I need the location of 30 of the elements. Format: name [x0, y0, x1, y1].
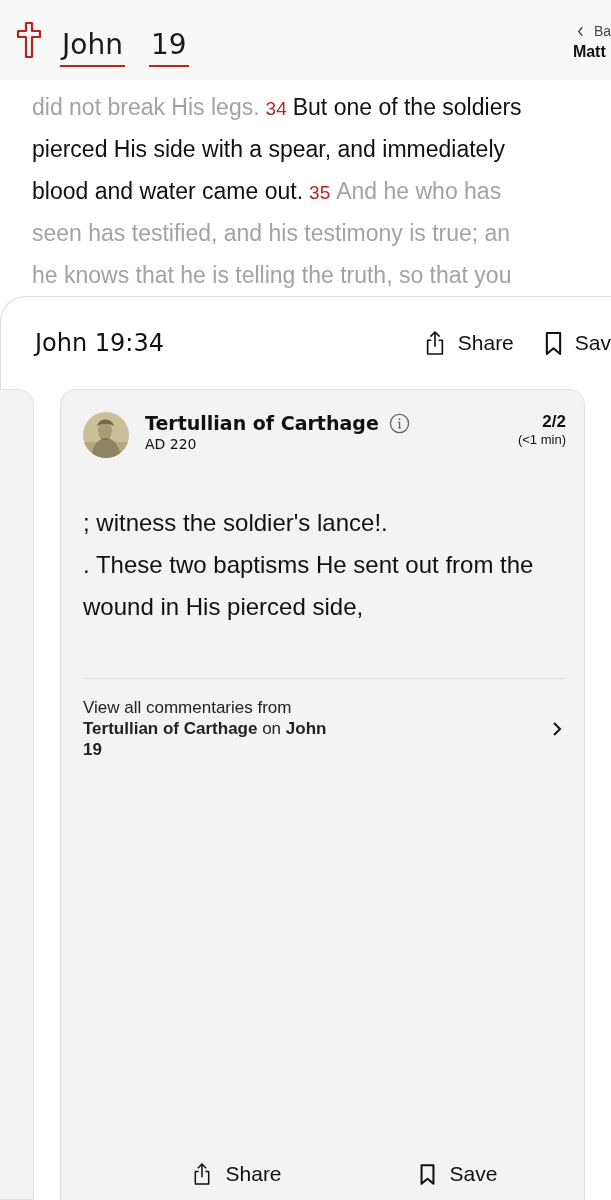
- verse-text: did not break His legs.: [32, 94, 260, 120]
- back-label[interactable]: Ba: [593, 23, 611, 39]
- commentary-text: ; witness the soldier's lance!.: [83, 508, 389, 538]
- read-time: (<1 min): [517, 432, 566, 447]
- highlighted-verse-text: But one of the soldiers: [292, 94, 522, 120]
- page-count: 2/2: [542, 412, 566, 432]
- verse-text: And he who has: [336, 178, 502, 204]
- verse-text: seen has testified, and his testimony is true; an: [32, 220, 511, 246]
- share-button[interactable]: Share: [191, 1162, 282, 1186]
- book-selector[interactable]: John: [60, 27, 125, 67]
- verse-text: he knows that he is telling the truth, so that you: [32, 262, 512, 288]
- back-chevron-icon: [576, 25, 584, 37]
- view-all-link[interactable]: View all commentaries from Tertullian of Carthage on John 19: [83, 679, 566, 760]
- author-name[interactable]: Tertullian of Carthage: [145, 412, 379, 434]
- verse-number: 35: [309, 182, 331, 203]
- bookmark-icon: [418, 1162, 436, 1186]
- chevron-right-icon: [552, 720, 562, 737]
- author-date: AD 220: [145, 436, 198, 452]
- highlighted-verse-text: blood and water came out.: [32, 178, 304, 204]
- back-title[interactable]: Matt: [572, 43, 606, 61]
- sheet-title: John 19:34: [35, 329, 164, 357]
- bookmark-icon: [543, 330, 563, 356]
- chapter-selector[interactable]: 19: [148, 27, 189, 67]
- verse-number: 34: [265, 98, 287, 119]
- share-button[interactable]: Share: [423, 330, 514, 356]
- info-icon[interactable]: [388, 412, 410, 434]
- save-button[interactable]: Save: [418, 1162, 498, 1186]
- save-button[interactable]: Sav: [543, 330, 611, 356]
- highlighted-verse-text: pierced His side with a spear, and immediately: [32, 136, 505, 162]
- commentary-text: . These two baptisms He sent out from the wound in His pierced side,: [83, 550, 535, 622]
